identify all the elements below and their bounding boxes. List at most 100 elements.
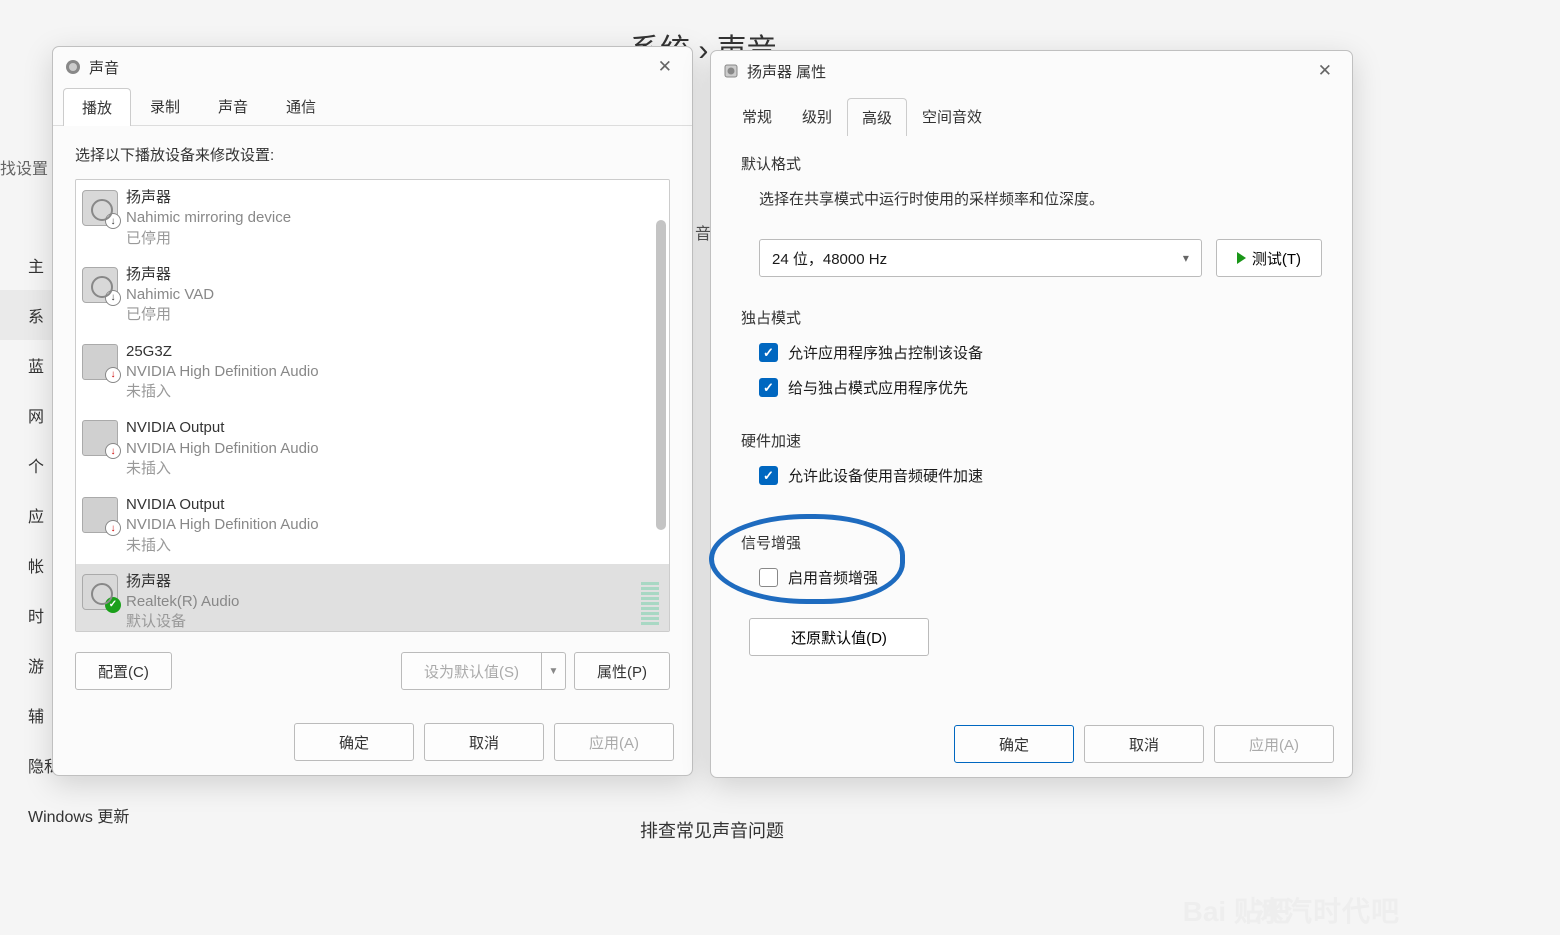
cancel-button[interactable]: 取消 <box>1084 725 1204 763</box>
checkbox-label: 启用音频增强 <box>788 567 878 588</box>
properties-button[interactable]: 属性(P) <box>574 652 670 690</box>
checkbox-row[interactable]: ✓ 允许应用程序独占控制该设备 <box>759 342 1322 363</box>
nav-item[interactable]: 时 <box>0 590 55 640</box>
tab-general[interactable]: 常规 <box>727 97 787 135</box>
device-sub: NVIDIA High Definition Audio <box>126 362 659 382</box>
titlebar: 扬声器 属性 ✕ <box>711 51 1352 91</box>
checkbox-checked-icon[interactable]: ✓ <box>759 466 778 485</box>
checkbox-unchecked-icon[interactable] <box>759 568 778 587</box>
nav-item[interactable]: 个 <box>0 440 55 490</box>
dialog-title: 声音 <box>89 57 119 78</box>
annotation-circle <box>709 514 905 604</box>
sound-tabs: 播放 录制 声音 通信 <box>53 87 692 126</box>
device-status: 未插入 <box>126 536 659 556</box>
nav-item[interactable]: 隐私和安全性 <box>0 740 55 790</box>
checkbox-label: 给与独占模式应用程序优先 <box>788 377 968 398</box>
cancel-button[interactable]: 取消 <box>424 723 544 761</box>
monitor-icon <box>82 497 118 533</box>
device-item[interactable]: 扬声器Nahimic VAD已停用 <box>76 257 669 334</box>
device-title: 扬声器 <box>126 572 635 592</box>
section-hardware: 硬件加速 <box>741 430 1322 451</box>
format-description: 选择在共享模式中运行时使用的采样频率和位深度。 <box>759 188 1322 209</box>
ok-button[interactable]: 确定 <box>294 723 414 761</box>
restore-defaults-button[interactable]: 还原默认值(D) <box>749 618 929 656</box>
settings-nav-partial: 主 系 蓝 网 个 应 帐 时 游 辅 隐私和安全性 Windows 更新 <box>0 240 55 840</box>
chevron-down-icon: ▾ <box>1183 251 1189 265</box>
checkbox-row-enable-enhance[interactable]: 启用音频增强 <box>759 567 1322 588</box>
device-sub: Nahimic mirroring device <box>126 208 659 228</box>
nav-item[interactable]: 辅 <box>0 690 55 740</box>
speaker-icon <box>82 574 118 610</box>
device-sub: Nahimic VAD <box>126 285 659 305</box>
set-default-button[interactable]: 设为默认值(S) <box>401 652 542 690</box>
tab-recording[interactable]: 录制 <box>131 87 199 125</box>
section-signal-enhance: 信号增强 <box>741 532 1322 553</box>
checkbox-checked-icon[interactable]: ✓ <box>759 378 778 397</box>
configure-button[interactable]: 配置(C) <box>75 652 172 690</box>
checkbox-checked-icon[interactable]: ✓ <box>759 343 778 362</box>
device-sub: NVIDIA High Definition Audio <box>126 515 659 535</box>
device-title: 扬声器 <box>126 265 659 285</box>
checkbox-label: 允许此设备使用音频硬件加速 <box>788 465 983 486</box>
device-status: 未插入 <box>126 459 659 479</box>
tab-sounds[interactable]: 声音 <box>199 87 267 125</box>
troubleshoot-heading: 排查常见声音问题 <box>640 817 784 843</box>
test-label: 测试(T) <box>1252 248 1301 269</box>
tab-spatial[interactable]: 空间音效 <box>907 97 997 135</box>
speaker-icon <box>82 190 118 226</box>
properties-tabs: 常规 级别 高级 空间音效 <box>711 97 1352 135</box>
device-item[interactable]: NVIDIA OutputNVIDIA High Definition Audi… <box>76 410 669 487</box>
sound-dialog: 声音 ✕ 播放 录制 声音 通信 选择以下播放设备来修改设置: 扬声器Nahim… <box>52 46 693 776</box>
device-item[interactable]: 25G3ZNVIDIA High Definition Audio未插入 <box>76 334 669 411</box>
tab-playback[interactable]: 播放 <box>63 88 131 126</box>
device-title: NVIDIA Output <box>126 495 659 515</box>
nav-item[interactable]: 网 <box>0 390 55 440</box>
ok-button[interactable]: 确定 <box>954 725 1074 763</box>
monitor-icon <box>82 344 118 380</box>
tab-advanced[interactable]: 高级 <box>847 98 907 136</box>
sound-icon <box>65 59 81 75</box>
checkbox-row[interactable]: ✓ 允许此设备使用音频硬件加速 <box>759 465 1322 486</box>
device-item[interactable]: 扬声器Nahimic mirroring device已停用 <box>76 180 669 257</box>
nav-item[interactable]: 帐 <box>0 540 55 590</box>
apply-button[interactable]: 应用(A) <box>1214 725 1334 763</box>
nav-item[interactable]: 主 <box>0 240 55 290</box>
chevron-down-icon[interactable]: ▼ <box>542 652 566 690</box>
close-icon[interactable]: ✕ <box>650 53 680 81</box>
device-title: 扬声器 <box>126 188 659 208</box>
section-exclusive: 独占模式 <box>741 307 1322 328</box>
titlebar: 声音 ✕ <box>53 47 692 87</box>
test-button[interactable]: 测试(T) <box>1216 239 1322 277</box>
speaker-icon <box>82 267 118 303</box>
device-status: 已停用 <box>126 229 659 249</box>
checkbox-row[interactable]: ✓ 给与独占模式应用程序优先 <box>759 377 1322 398</box>
device-sub: NVIDIA High Definition Audio <box>126 439 659 459</box>
device-item[interactable]: NVIDIA OutputNVIDIA High Definition Audi… <box>76 487 669 564</box>
device-title: 25G3Z <box>126 342 659 362</box>
checkbox-label: 允许应用程序独占控制该设备 <box>788 342 983 363</box>
nav-item[interactable]: 系 <box>0 290 55 340</box>
instruction-text: 选择以下播放设备来修改设置: <box>75 144 670 165</box>
speaker-properties-dialog: 扬声器 属性 ✕ 常规 级别 高级 空间音效 默认格式 选择在共享模式中运行时使… <box>710 50 1353 778</box>
format-select[interactable]: 24 位，48000 Hz ▾ <box>759 239 1202 277</box>
format-value: 24 位，48000 Hz <box>772 248 887 269</box>
device-title: NVIDIA Output <box>126 418 659 438</box>
speaker-icon <box>723 63 739 79</box>
nav-item[interactable]: 应 <box>0 490 55 540</box>
nav-item[interactable]: Windows 更新 <box>0 790 55 840</box>
tab-communications[interactable]: 通信 <box>267 87 335 125</box>
tab-levels[interactable]: 级别 <box>787 97 847 135</box>
section-default-format: 默认格式 <box>741 153 1322 174</box>
nav-item[interactable]: 蓝 <box>0 340 55 390</box>
device-status: 默认设备 <box>126 612 635 632</box>
apply-button[interactable]: 应用(A) <box>554 723 674 761</box>
dialog-title: 扬声器 属性 <box>747 61 826 82</box>
device-item-selected[interactable]: 扬声器Realtek(R) Audio默认设备 <box>76 564 669 632</box>
bg-right-partial: 音 <box>695 220 711 299</box>
nav-item[interactable]: 游 <box>0 640 55 690</box>
close-icon[interactable]: ✕ <box>1310 57 1340 85</box>
playback-device-list[interactable]: 扬声器Nahimic mirroring device已停用 扬声器Nahimi… <box>75 179 670 632</box>
watermark-bar: 冰汽时代吧 <box>1255 890 1400 930</box>
scrollbar[interactable] <box>651 180 669 631</box>
scrollbar-thumb[interactable] <box>656 220 666 530</box>
